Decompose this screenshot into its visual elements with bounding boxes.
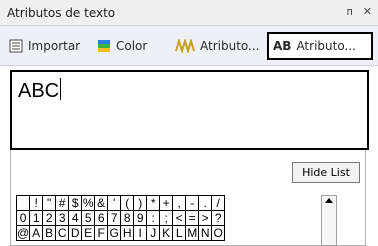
char-cell[interactable]: + [159,195,174,211]
tab-label: Importar [28,39,81,53]
tab-importar[interactable]: Importar [5,32,84,60]
char-cell[interactable]: 6 [94,210,109,226]
char-cell[interactable]: > [198,210,213,226]
char-cell[interactable]: / [211,195,226,211]
tab-label: Atributo... [200,39,260,53]
pattern-icon [175,39,195,53]
char-cell[interactable]: - [185,195,200,211]
import-icon [9,39,23,53]
char-cell[interactable]: H [120,225,135,241]
char-cell[interactable]: " [42,195,57,211]
char-cell[interactable]: 1 [29,210,44,226]
char-cell[interactable]: : [146,210,161,226]
hide-list-button[interactable]: Hide List [292,162,360,183]
char-cell[interactable]: ) [133,195,148,211]
tab-atributo-1[interactable]: Atributo... [171,32,263,60]
char-cell[interactable]: ; [159,210,174,226]
scroll-up-icon[interactable] [325,198,333,203]
char-cell[interactable]: A [29,225,44,241]
char-cell[interactable]: & [94,195,109,211]
char-cell[interactable]: N [198,225,213,241]
char-cell[interactable]: ? [211,210,226,226]
char-cell[interactable]: # [55,195,70,211]
char-cell[interactable]: K [159,225,174,241]
char-cell[interactable]: 8 [120,210,135,226]
window-title: Atributos de texto [7,6,116,20]
char-cell[interactable]: B [42,225,57,241]
tab-atributo-2[interactable]: AB Atributo... [267,32,373,60]
char-cell[interactable]: , [172,195,187,211]
char-cell[interactable]: D [68,225,83,241]
char-cell[interactable]: 3 [55,210,70,226]
char-cell[interactable]: J [146,225,161,241]
char-cell[interactable]: 5 [81,210,96,226]
tab-label: Atributo... [296,39,356,53]
tab-color[interactable]: Color [93,32,151,60]
char-cell[interactable]: < [172,210,187,226]
char-cell[interactable]: * [146,195,161,211]
close-icon[interactable]: ✕ [363,5,372,19]
char-cell[interactable]: 0 [15,210,31,226]
window-controls: ᴨ ✕ [347,5,372,19]
char-cell[interactable]: @ [15,225,31,241]
character-table: ! " # $ % & ' ( ) * + , - . / 0 1 2 3 4 … [15,195,226,241]
color-icon [97,39,111,53]
char-cell[interactable]: % [81,195,96,211]
char-cell[interactable]: I [133,225,148,241]
char-cell[interactable]: L [172,225,187,241]
text-caret [60,78,62,100]
toolbar-tabs: Importar Color Atributo... AB Atributo..… [0,26,378,66]
char-cell[interactable]: 4 [68,210,83,226]
char-cell[interactable]: E [81,225,96,241]
char-cell[interactable]: = [185,210,200,226]
char-cell[interactable]: C [55,225,70,241]
char-cell[interactable]: F [94,225,109,241]
char-cell[interactable]: G [107,225,122,241]
char-cell[interactable]: 2 [42,210,57,226]
window-titlebar: Atributos de texto ᴨ ✕ [0,0,378,26]
tab-label: Color [116,39,148,53]
char-list-scrollbar[interactable] [321,195,337,246]
char-cell[interactable]: O [211,225,226,241]
char-cell[interactable]: 7 [107,210,122,226]
char-cell[interactable]: 9 [133,210,148,226]
text-attribute-icon: AB [273,39,292,53]
pin-icon[interactable]: ᴨ [347,5,353,19]
text-input[interactable]: ABC [10,70,369,150]
char-cell[interactable]: ' [107,195,122,211]
text-input-value: ABC [18,78,62,102]
char-cell[interactable]: ! [29,195,44,211]
char-cell[interactable]: $ [68,195,83,211]
char-cell[interactable] [15,195,31,211]
char-cell[interactable]: M [185,225,200,241]
char-cell[interactable]: . [198,195,213,211]
char-cell[interactable]: ( [120,195,135,211]
